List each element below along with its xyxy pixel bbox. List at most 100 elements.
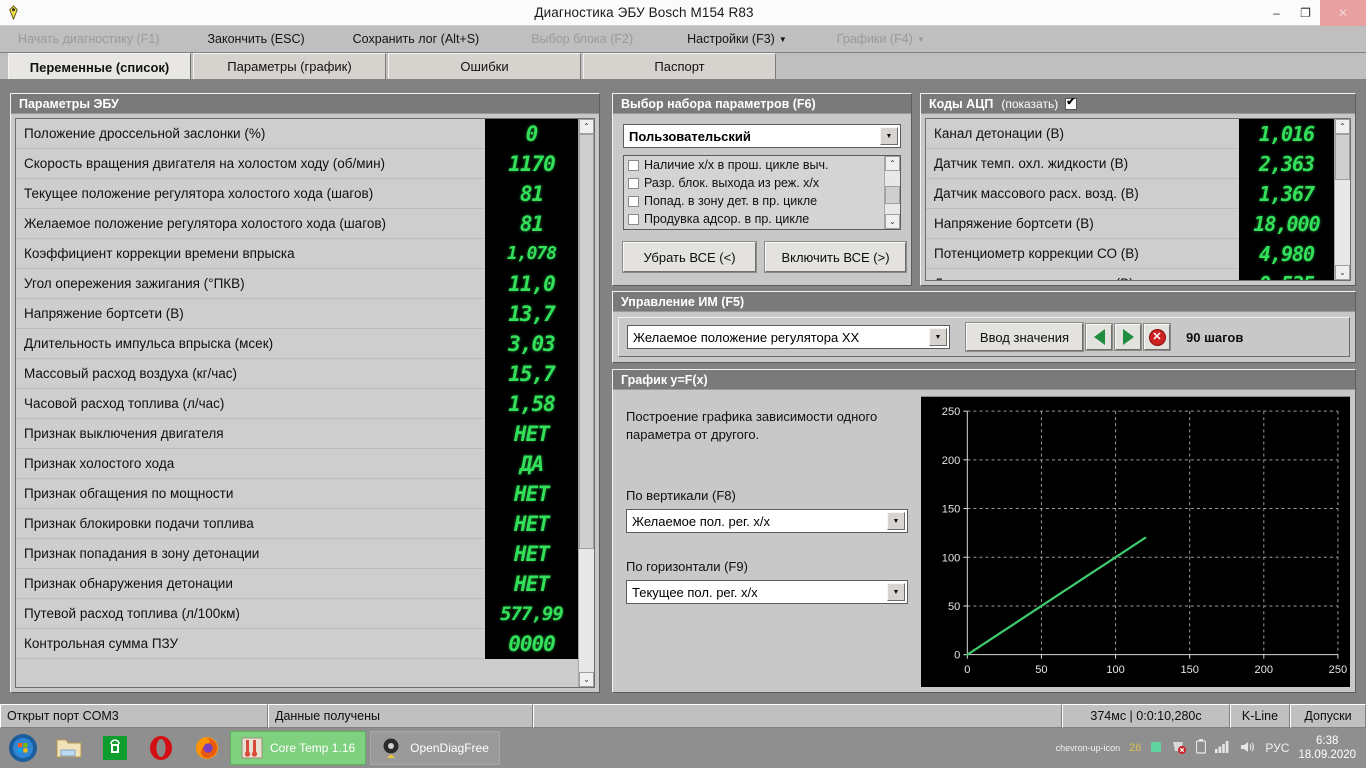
chevron-down-icon[interactable]: ▼ xyxy=(880,127,898,145)
language-indicator[interactable]: РУС xyxy=(1265,741,1289,755)
restore-button[interactable]: ❐ xyxy=(1291,0,1320,26)
list-item[interactable]: Разр. блок. выхода из реж. х/х xyxy=(624,174,884,192)
windows-start-icon[interactable] xyxy=(0,728,46,768)
table-row[interactable]: Коэффициент коррекции времени впрыска 1,0… xyxy=(16,238,578,269)
adc-codes-panel: Коды АЦП (показать) Канал детонации (В) 1… xyxy=(920,93,1356,286)
table-row[interactable]: Длительность импульса впрыска (мсек) 3,03 xyxy=(16,328,578,359)
scroll-down-icon[interactable]: ⌄ xyxy=(885,214,900,229)
table-row[interactable]: Признак попадания в зону детонации НЕТ xyxy=(16,538,578,569)
table-row[interactable]: Признак выключения двигателя НЕТ xyxy=(16,418,578,449)
parameter-value: ДА xyxy=(485,448,578,479)
firefox-icon[interactable] xyxy=(184,728,230,768)
battery-icon[interactable] xyxy=(1196,739,1207,757)
table-row[interactable]: Желаемое положение регулятора холостого … xyxy=(16,208,578,239)
signal-icon[interactable] xyxy=(1215,740,1231,756)
taskbar-task-core-temp[interactable]: Core Temp 1.16 xyxy=(230,731,367,765)
menu-charts[interactable]: Графики (F4) ▼ xyxy=(827,32,935,46)
menu-finish[interactable]: Закончить (ESC) xyxy=(197,32,314,46)
tab-errors[interactable]: Ошибки xyxy=(388,53,581,79)
table-row[interactable]: Напряжение бортсети (В) 13,7 xyxy=(16,298,578,329)
horizontal-axis-combo[interactable]: Текущее пол. рег. х/х ▼ xyxy=(626,580,908,604)
tab-parameters-chart[interactable]: Параметры (график) xyxy=(193,53,386,79)
parameter-checkbox-list[interactable]: Наличие х/х в прош. цикле выч. Разр. блок… xyxy=(623,155,901,230)
adc-scrollbar[interactable]: ⌃ ⌄ xyxy=(1334,119,1350,280)
stop-button[interactable]: ✕ xyxy=(1143,323,1171,351)
vertical-axis-combo[interactable]: Желаемое пол. рег. х/х ▼ xyxy=(626,509,908,533)
table-row[interactable]: Скорость вращения двигателя на холостом … xyxy=(16,148,578,179)
network-error-icon[interactable] xyxy=(1171,740,1187,757)
xy-chart: 0 50 100 150 200 250 0 50 100 150 200 250 xyxy=(921,396,1350,687)
list-item[interactable]: Попад. в зону дет. в пр. цикле xyxy=(624,192,884,210)
list-item[interactable]: Продувка адсор. в пр. цикле xyxy=(624,210,884,228)
parameter-value: 1,078 xyxy=(485,238,578,269)
scrollbar-thumb[interactable] xyxy=(885,186,900,204)
menu-select-block[interactable]: Выбор блока (F2) xyxy=(521,32,643,46)
decrease-button[interactable] xyxy=(1085,323,1113,351)
microsoft-store-icon[interactable] xyxy=(92,728,138,768)
menu-save-log[interactable]: Сохранить лог (Alt+S) xyxy=(343,32,490,46)
scroll-up-icon[interactable]: ⌃ xyxy=(1335,119,1350,134)
checkbox[interactable] xyxy=(628,195,639,207)
table-row[interactable]: Напряжение бортсети (В) 18,000 xyxy=(926,208,1334,239)
table-row[interactable]: Признак обнаружения детонации НЕТ xyxy=(16,568,578,599)
status-tolerance[interactable]: Допуски xyxy=(1290,704,1366,728)
table-row[interactable]: Канал детонации (В) 1,016 xyxy=(926,119,1334,149)
table-row[interactable]: Текущее положение регулятора холостого х… xyxy=(16,178,578,209)
actuator-select-combo[interactable]: Желаемое положение регулятора ХХ ▼ xyxy=(627,325,950,349)
table-row[interactable]: Датчик темп. охл. жидкости (В) 2,363 xyxy=(926,148,1334,179)
checkbox[interactable] xyxy=(628,159,639,171)
chevron-down-icon[interactable]: ▼ xyxy=(929,328,947,346)
table-row[interactable]: Признак обгащения по мощности НЕТ xyxy=(16,478,578,509)
chevron-down-icon[interactable]: ▼ xyxy=(887,583,905,601)
table-row[interactable]: Угол опережения зажигания (°ПКВ) 11,0 xyxy=(16,268,578,299)
table-row[interactable]: Путевой расход топлива (л/100км) 577,99 xyxy=(16,598,578,629)
table-row[interactable]: Признак блокировки подачи топлива НЕТ xyxy=(16,508,578,539)
chevron-up-icon[interactable]: chevron-up-icon xyxy=(1056,743,1121,753)
table-row[interactable]: Контрольная сумма ПЗУ 0000 xyxy=(16,628,578,659)
parameter-name: Длительность импульса впрыска (мсек) xyxy=(24,336,274,351)
list-item-label: Наличие х/х в прош. цикле выч. xyxy=(644,158,829,172)
adc-channel-name: Датчик темп. охл. жидкости (В) xyxy=(934,156,1129,171)
minimize-button[interactable]: – xyxy=(1262,0,1291,26)
enable-all-button[interactable]: Включить ВСЕ (>) xyxy=(764,241,907,273)
table-row[interactable]: Массовый расход воздуха (кг/час) 15,7 xyxy=(16,358,578,389)
parameter-list-scrollbar[interactable]: ⌃ ⌄ xyxy=(884,156,900,229)
scroll-down-icon[interactable]: ⌄ xyxy=(579,672,594,687)
tray-count[interactable]: 26 xyxy=(1129,742,1141,754)
menu-settings[interactable]: Настройки (F3) ▼ xyxy=(677,32,797,46)
parameter-set-combo[interactable]: Пользовательский ▼ xyxy=(623,124,901,148)
increase-button[interactable] xyxy=(1114,323,1142,351)
table-row[interactable]: Датчик массового расх. возд. (В) 1,367 xyxy=(926,178,1334,209)
list-item[interactable]: Наличие х/х в прош. цикле выч. xyxy=(624,156,884,174)
parameter-name: Путевой расход топлива (л/100км) xyxy=(24,606,240,621)
parameter-name: Контрольная сумма ПЗУ xyxy=(24,636,179,651)
table-row[interactable]: Потенциометр коррекции СО (В) 4,980 xyxy=(926,238,1334,269)
taskbar-task-opendiagfree[interactable]: OpenDiagFree xyxy=(370,731,500,765)
checkbox[interactable] xyxy=(628,213,639,225)
scroll-down-icon[interactable]: ⌄ xyxy=(1335,265,1350,280)
chevron-down-icon[interactable]: ▼ xyxy=(887,512,905,530)
table-row[interactable]: Часовой расход топлива (л/час) 1,58 xyxy=(16,388,578,419)
menu-start-diagnostics[interactable]: Начать диагностику (F1) xyxy=(8,32,169,46)
ecu-parameters-scrollbar[interactable]: ⌃ ⌄ xyxy=(578,119,594,687)
clear-all-button[interactable]: Убрать ВСЕ (<) xyxy=(622,241,757,273)
tray-green-icon[interactable] xyxy=(1150,741,1162,756)
file-explorer-icon[interactable] xyxy=(46,728,92,768)
scrollbar-thumb[interactable] xyxy=(579,134,594,549)
table-row[interactable]: Датчик положения дросселя (В)0,525 xyxy=(926,268,1334,280)
show-adc-checkbox[interactable] xyxy=(1065,96,1078,110)
adc-channel-name: Канал детонации (В) xyxy=(934,126,1064,141)
scroll-up-icon[interactable]: ⌃ xyxy=(579,119,594,134)
enter-value-button[interactable]: Ввод значения xyxy=(965,322,1084,352)
scroll-up-icon[interactable]: ⌃ xyxy=(885,156,900,171)
checkbox[interactable] xyxy=(628,177,639,189)
taskbar-clock[interactable]: 6:38 18.09.2020 xyxy=(1298,734,1356,762)
opera-icon[interactable] xyxy=(138,728,184,768)
tab-variables-list[interactable]: Переменные (список) xyxy=(8,53,191,80)
volume-icon[interactable] xyxy=(1240,740,1256,757)
table-row[interactable]: Признак холостого хода ДА xyxy=(16,448,578,479)
table-row[interactable]: Положение дроссельной заслонки (%) 0 xyxy=(16,119,578,149)
scrollbar-thumb[interactable] xyxy=(1335,134,1350,180)
close-button[interactable]: ✕ xyxy=(1320,0,1366,26)
tab-passport[interactable]: Паспорт xyxy=(583,53,776,79)
